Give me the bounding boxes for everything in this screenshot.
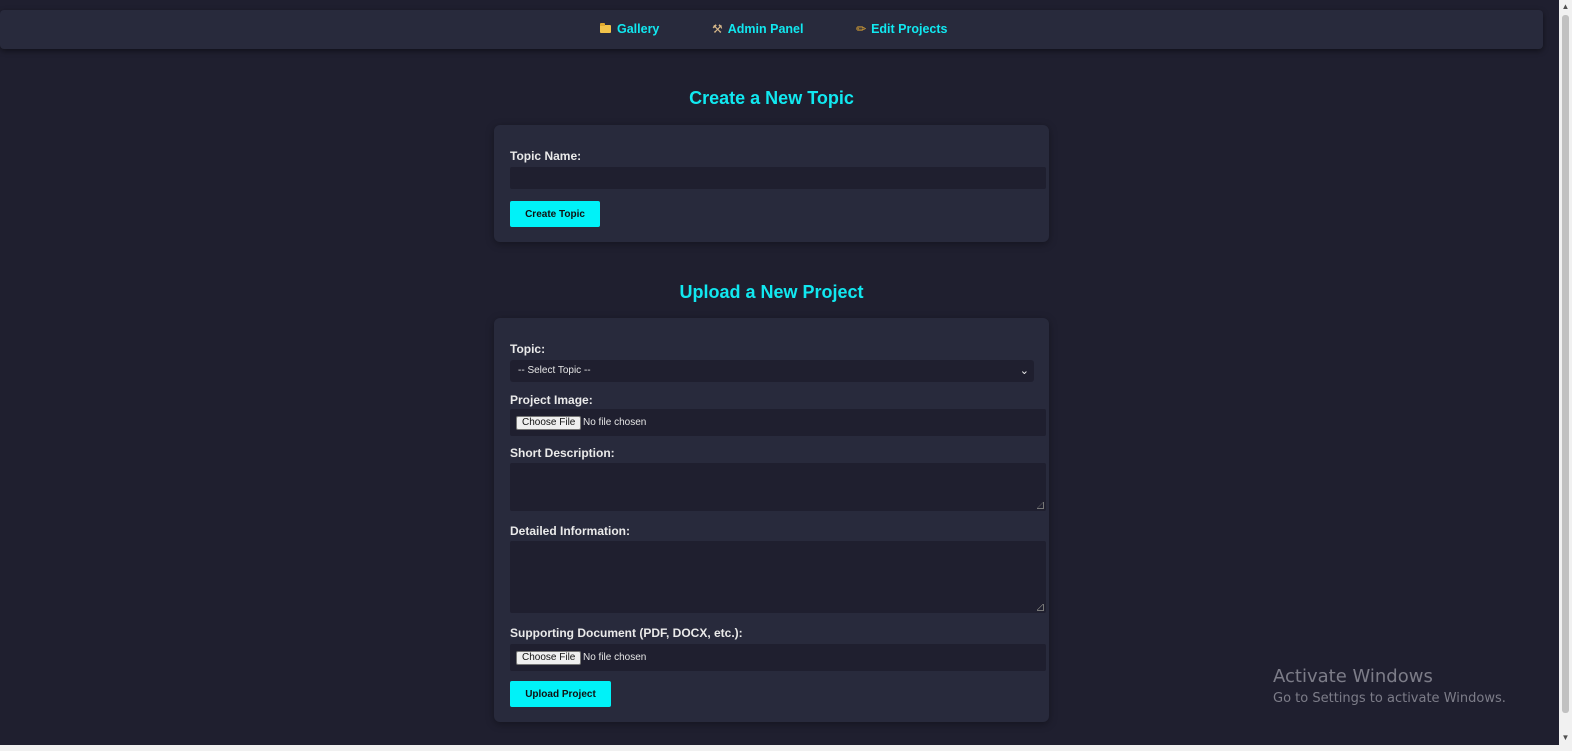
scroll-up-arrow-icon[interactable]: ▲: [1559, 0, 1572, 14]
page: Gallery ⚒ Admin Panel ✏ Edit Projects Crea…: [0, 0, 1559, 745]
topic-select[interactable]: -- Select Topic -- ⌄: [510, 360, 1034, 382]
nav-gallery-link[interactable]: Gallery: [600, 10, 659, 49]
create-topic-title: Create a New Topic: [689, 88, 854, 108]
resize-grip-icon[interactable]: [1037, 502, 1044, 509]
scroll-down-arrow-icon[interactable]: ▼: [1559, 731, 1572, 745]
activate-windows-title: Activate Windows: [1273, 666, 1433, 687]
top-navbar: Gallery ⚒ Admin Panel ✏ Edit Projects: [0, 10, 1543, 49]
topic-name-label: Topic Name:: [510, 149, 582, 163]
nav-admin-panel-link[interactable]: ⚒ Admin Panel: [712, 10, 803, 49]
detailed-information-label: Detailed Information:: [510, 524, 631, 538]
project-image-choose-button[interactable]: Choose File: [516, 416, 582, 430]
nav-edit-projects-link[interactable]: ✏ Edit Projects: [856, 10, 947, 49]
project-image-status: No file chosen: [583, 417, 647, 428]
nav-gallery-label: Gallery: [617, 22, 660, 36]
activate-windows-subtitle: Go to Settings to activate Windows.: [1273, 691, 1506, 706]
tools-icon: ⚒: [712, 22, 723, 36]
upload-project-button[interactable]: Upload Project: [510, 681, 611, 707]
supporting-document-choose-button[interactable]: Choose File: [516, 651, 582, 665]
project-image-label: Project Image:: [510, 393, 593, 407]
create-topic-button[interactable]: Create Topic: [510, 201, 600, 227]
topic-name-input[interactable]: [510, 167, 1046, 189]
pencil-icon: ✏: [856, 22, 867, 36]
scrollbar-thumb[interactable]: [1562, 15, 1569, 713]
short-description-label: Short Description:: [510, 446, 615, 460]
supporting-document-file-input[interactable]: Choose File No file chosen: [510, 644, 1046, 671]
detailed-information-textarea[interactable]: [510, 541, 1046, 613]
supporting-document-status: No file chosen: [583, 652, 647, 663]
resize-grip-icon[interactable]: [1037, 604, 1044, 611]
nav-edit-label: Edit Projects: [871, 22, 948, 36]
upload-project-title: Upload a New Project: [679, 282, 864, 302]
bottom-edge: [0, 745, 1572, 751]
folder-icon: [600, 23, 611, 33]
upload-project-form: Topic: -- Select Topic -- ⌄ Project Imag…: [494, 318, 1049, 722]
project-image-file-input[interactable]: Choose File No file chosen: [510, 409, 1046, 436]
short-description-textarea[interactable]: [510, 463, 1046, 511]
supporting-document-label: Supporting Document (PDF, DOCX, etc.):: [510, 626, 743, 640]
create-topic-form: Topic Name: Create Topic: [494, 125, 1049, 242]
topic-label: Topic:: [510, 342, 546, 356]
chevron-down-icon: ⌄: [1019, 365, 1029, 377]
topic-select-value: -- Select Topic --: [518, 365, 591, 376]
nav-admin-label: Admin Panel: [727, 22, 804, 36]
vertical-scrollbar[interactable]: ▲ ▼: [1559, 0, 1572, 745]
